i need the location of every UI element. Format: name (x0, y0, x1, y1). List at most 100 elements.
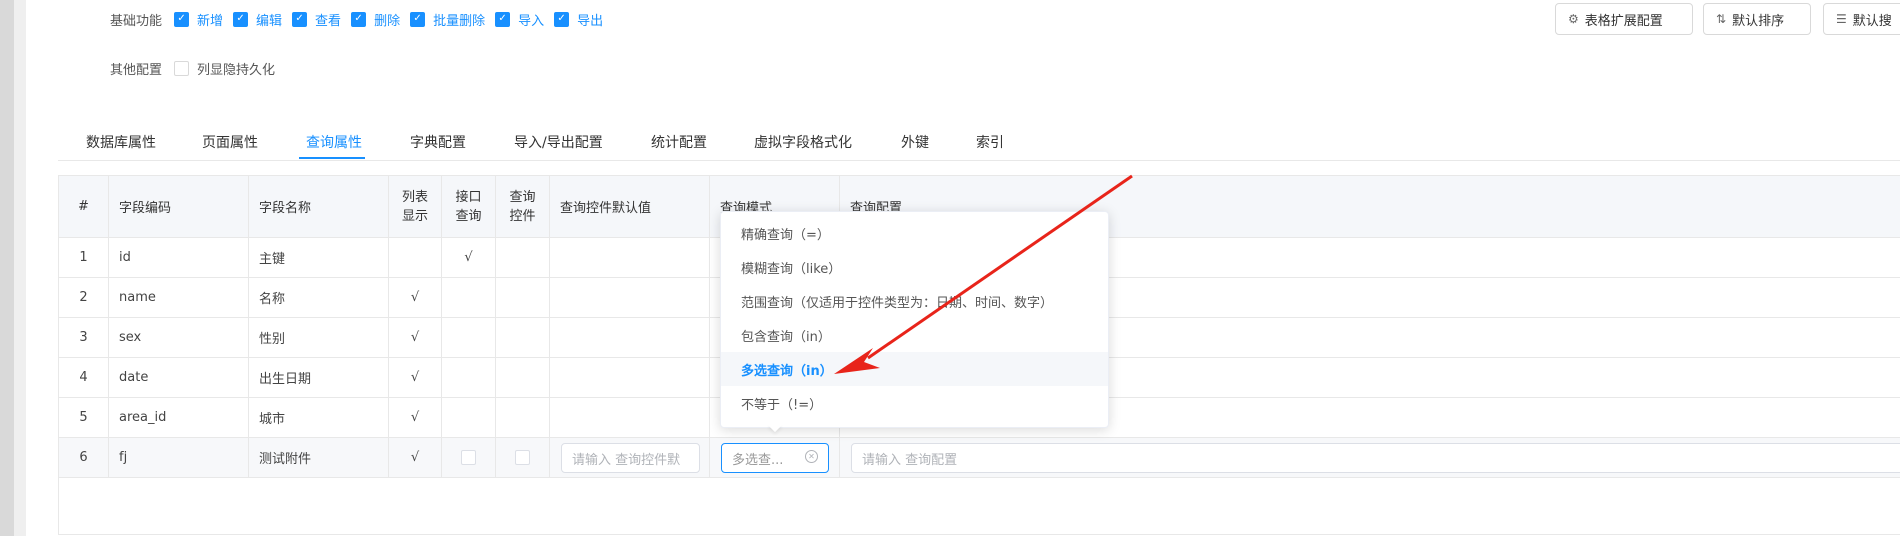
clear-circle-icon[interactable]: ✕ (805, 450, 818, 463)
checkbox-delete[interactable]: ✓ 删除 (351, 10, 400, 29)
checkbox-batch-delete[interactable]: ✓ 批量删除 (410, 10, 485, 29)
checkbox-edit[interactable]: ✓ 编辑 (233, 10, 282, 29)
default-value-input[interactable]: 请输入 查询控件默 (561, 443, 700, 473)
outer-scroll-strip (0, 0, 14, 536)
cell-default-value (550, 238, 710, 278)
cell-default-value (550, 398, 710, 438)
cell-default-value (550, 318, 710, 358)
dropdown-option-fuzzy[interactable]: 模糊查询（like） (721, 250, 1108, 284)
basic-functions-label: 基础功能 (110, 13, 163, 29)
dropdown-option-exact[interactable]: 精确查询（=） (721, 216, 1108, 250)
cell-list-show (389, 238, 442, 278)
cell-field-name: 主键 (249, 238, 389, 278)
check-icon: ✓ (174, 11, 190, 27)
header-field-code: 字段编码 (109, 176, 249, 238)
dropdown-option-not-equal[interactable]: 不等于（!=） (721, 386, 1108, 420)
cell-query-control (496, 438, 550, 478)
check-icon: ✓ (233, 11, 249, 27)
tab-dict-config[interactable]: 字典配置 (410, 132, 466, 152)
tab-database-props[interactable]: 数据库属性 (86, 132, 156, 152)
cell-field-code: sex (109, 318, 249, 358)
active-tab-indicator (299, 157, 365, 159)
cell-field-code: area_id (109, 398, 249, 438)
cell-index: 6 (59, 438, 109, 478)
checkbox-export[interactable]: ✓ 导出 (554, 10, 603, 29)
cell-api-query (442, 358, 496, 398)
other-config-row: 其他配置 列显隐持久化 (110, 58, 285, 78)
cell-api-query (442, 278, 496, 318)
tab-stats-config[interactable]: 统计配置 (651, 132, 707, 152)
query-mode-select-value: 多选查... (732, 452, 784, 468)
cell-list-show: √ (389, 358, 442, 398)
cell-default-value (550, 278, 710, 318)
tab-query-props[interactable]: 查询属性 (306, 132, 362, 152)
header-api-query: 接口 查询 (442, 176, 496, 238)
query-config-input[interactable]: 请输入 查询配置 (851, 443, 1900, 473)
checkbox-import[interactable]: ✓ 导入 (495, 10, 544, 29)
cell-default-value (550, 358, 710, 398)
tab-page-props[interactable]: 页面属性 (202, 132, 258, 152)
header-default-value: 查询控件默认值 (550, 176, 710, 238)
query-control-checkbox[interactable] (515, 450, 530, 465)
cell-api-query: √ (442, 238, 496, 278)
tab-virtual-field-format[interactable]: 虚拟字段格式化 (754, 132, 852, 152)
dropdown-option-range[interactable]: 范围查询（仅适用于控件类型为：日期、时间、数字） (721, 284, 1108, 318)
api-query-checkbox[interactable] (461, 450, 476, 465)
cell-api-query (442, 438, 496, 478)
cell-list-show: √ (389, 438, 442, 478)
sort-icon: ⇅ (1716, 12, 1727, 26)
cell-index: 1 (59, 238, 109, 278)
table-ext-config-button[interactable]: ⚙ 表格扩展配置 (1555, 3, 1693, 35)
query-mode-dropdown: 精确查询（=） 模糊查询（like） 范围查询（仅适用于控件类型为：日期、时间、… (720, 211, 1109, 428)
gear-icon: ⚙ (1568, 12, 1579, 26)
checkbox-add[interactable]: ✓ 新增 (174, 10, 223, 29)
default-sort-button[interactable]: ⇅ 默认排序 (1703, 3, 1811, 35)
cell-field-name: 测试附件 (249, 438, 389, 478)
cell-field-name: 名称 (249, 278, 389, 318)
dropdown-option-multi-select[interactable]: 多选查询（in） (721, 352, 1108, 386)
cell-api-query (442, 398, 496, 438)
check-icon: ✓ (410, 11, 426, 27)
cell-list-show: √ (389, 398, 442, 438)
cell-index: 5 (59, 398, 109, 438)
dropdown-option-contains[interactable]: 包含查询（in） (721, 318, 1108, 352)
tab-foreign-key[interactable]: 外键 (901, 132, 929, 152)
cell-index: 2 (59, 278, 109, 318)
basic-functions-row: 基础功能 ✓ 新增 ✓ 编辑 ✓ 查看 ✓ 删除 ✓ 批量删除 ✓ 导入 ✓ 导出 (110, 9, 613, 29)
header-field-name: 字段名称 (249, 176, 389, 238)
cell-query-control (496, 278, 550, 318)
check-icon: ✓ (554, 11, 570, 27)
cell-field-name: 城市 (249, 398, 389, 438)
check-icon: ✓ (351, 11, 367, 27)
cell-field-code: fj (109, 438, 249, 478)
cell-field-name: 性别 (249, 318, 389, 358)
cell-query-control (496, 238, 550, 278)
cell-query-control (496, 318, 550, 358)
cell-field-name: 出生日期 (249, 358, 389, 398)
tab-index[interactable]: 索引 (976, 132, 1004, 152)
cell-list-show: √ (389, 318, 442, 358)
cell-query-control (496, 398, 550, 438)
checkbox-column-persist[interactable]: 列显隐持久化 (174, 59, 275, 78)
checkbox-empty-icon (174, 60, 190, 76)
cell-index: 3 (59, 318, 109, 358)
cell-list-show: √ (389, 278, 442, 318)
property-tabs: 数据库属性 页面属性 查询属性 字典配置 导入/导出配置 统计配置 虚拟字段格式… (58, 128, 1900, 161)
cell-api-query (442, 318, 496, 358)
checkbox-view[interactable]: ✓ 查看 (292, 10, 341, 29)
cell-index: 4 (59, 358, 109, 398)
header-list-show: 列表 显示 (389, 176, 442, 238)
cell-query-control (496, 358, 550, 398)
sidebar-edge (14, 0, 26, 536)
cell-field-code: name (109, 278, 249, 318)
cell-field-code: date (109, 358, 249, 398)
query-mode-select[interactable]: 多选查... ✕ (721, 443, 829, 473)
check-icon: ✓ (292, 11, 308, 27)
header-index: # (59, 176, 109, 238)
other-config-label: 其他配置 (110, 62, 163, 78)
default-search-button[interactable]: ☰ 默认搜 (1823, 3, 1900, 35)
header-query-control: 查询 控件 (496, 176, 550, 238)
tab-import-export[interactable]: 导入/导出配置 (514, 132, 603, 152)
filter-list-icon: ☰ (1836, 12, 1847, 26)
check-icon: ✓ (495, 11, 511, 27)
